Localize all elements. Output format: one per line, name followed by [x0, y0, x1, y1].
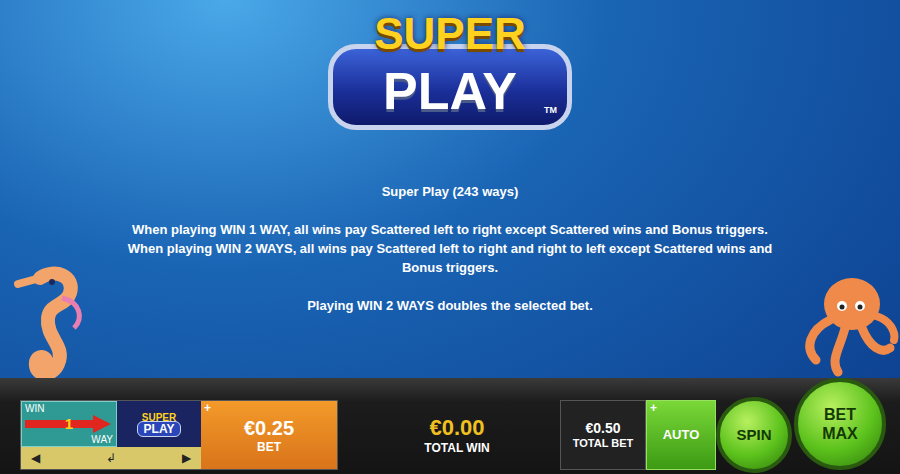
logo-super: SUPER [374, 10, 526, 58]
bet-value: €0.25 [244, 416, 294, 440]
bet-max-button[interactable]: BETMAX [794, 378, 886, 470]
ways-panel: WIN 1 WAY SUPERPLAY ◀ ↲ ▶ [21, 401, 201, 469]
total-win: €0.00TOTAL WIN [392, 400, 522, 470]
spin-label: SPIN [736, 426, 771, 444]
help-page: SUPER PLAY TM Super Play (243 ways) When pla… [0, 0, 900, 378]
auto-plus[interactable]: + [650, 402, 657, 414]
win-ways-selector[interactable]: WIN 1 WAY [21, 401, 117, 447]
way-label: WAY [91, 434, 113, 445]
ways-number: 1 [65, 416, 73, 432]
nav-button[interactable]: ▶ [182, 451, 191, 465]
logo-trademark: TM [544, 104, 557, 118]
help-title: Super Play (243 ways) [382, 182, 519, 201]
octopus-icon [790, 268, 900, 378]
help-paragraphs: When playing WIN 1 WAY, all wins pay Sca… [110, 220, 790, 277]
win-label: WIN [25, 403, 113, 414]
bet-button[interactable]: + €0.25BET [201, 401, 337, 469]
logo-play: PLAY [383, 63, 517, 119]
nav-button[interactable]: ◀ [31, 451, 40, 465]
nav-button[interactable]: ↲ [106, 451, 116, 465]
seahorse-icon [0, 258, 90, 388]
spin-button[interactable]: SPIN [716, 397, 792, 473]
mini-logo: SUPERPLAY [117, 401, 201, 447]
bet-plus[interactable]: + [204, 402, 211, 414]
total-win-value: €0.00 [429, 415, 484, 441]
help-text: Super Play (243 ways) When playing WIN 1 … [110, 182, 790, 315]
help-note: Playing WIN 2 WAYS doubles the selected … [307, 296, 593, 315]
help-paragraph: When playing WIN 2 WAYS, all wins pay Sc… [110, 239, 790, 277]
bet-label: BET [257, 440, 281, 454]
auto-button[interactable]: + AUTO [646, 400, 716, 470]
total-bet: €0.50TOTAL BET [560, 400, 646, 470]
bet-panel: WIN 1 WAY SUPERPLAY ◀ ↲ ▶ + €0.25BET [20, 400, 338, 470]
game-screen: SUPERPLAYTMSuper Play (243 ways)When pla… [0, 0, 900, 474]
nav-strip: ◀ ↲ ▶ [21, 447, 201, 469]
right-controls: €0.50TOTAL BET + AUTO SPIN BETMAX [560, 378, 886, 470]
control-bar: WIN1WAYSUPERPLAY◀↲▶+€0.25BET€0.00TOTAL W… [0, 378, 900, 474]
total-win-label: TOTAL WIN [424, 441, 489, 455]
bet-max-label: MAX [822, 424, 858, 443]
total-bet-value: €0.50 [585, 420, 620, 437]
auto-label: AUTO [663, 427, 700, 443]
bet-max-label: BET [824, 405, 856, 424]
total-bet-label: TOTAL BET [573, 437, 634, 450]
super-play-logo: SUPER PLAY TM [328, 10, 572, 130]
help-paragraph: When playing WIN 1 WAY, all wins pay Sca… [110, 220, 790, 239]
